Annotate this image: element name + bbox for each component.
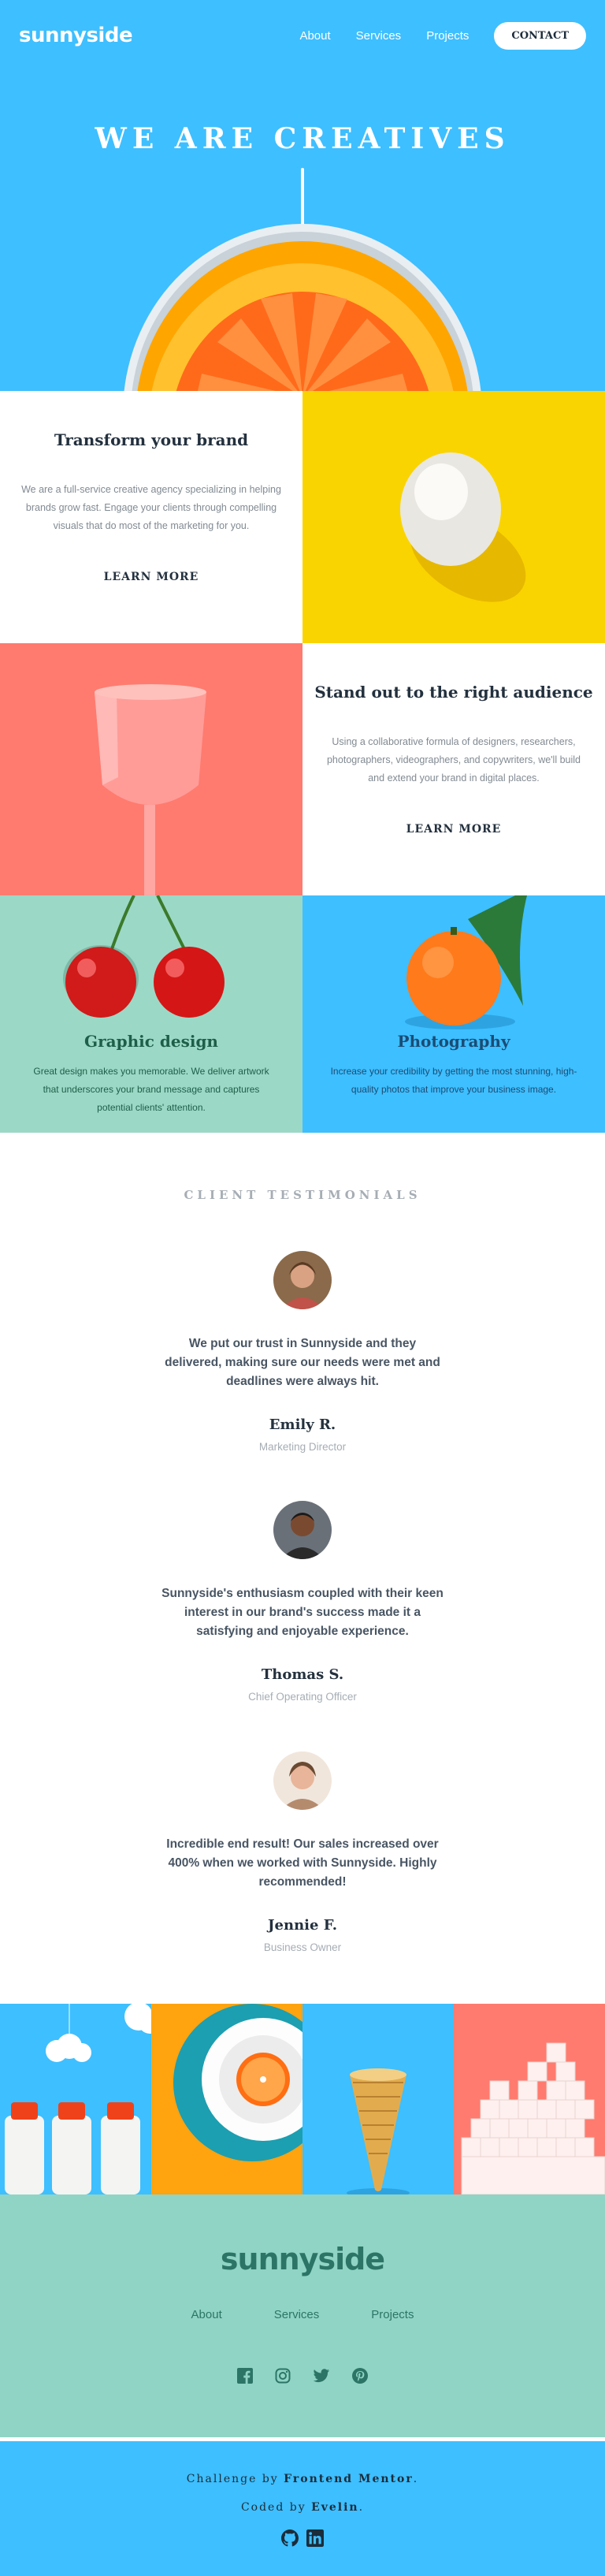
glass-illustration <box>95 684 206 895</box>
facebook-icon[interactable] <box>237 2368 253 2384</box>
learn-more-link[interactable]: LEARN MORE <box>95 571 207 584</box>
footer-nav: About Services Projects <box>0 2308 605 2321</box>
footer-nav-projects[interactable]: Projects <box>371 2308 414 2321</box>
attribution-icons <box>0 2529 605 2547</box>
feature-transform: Transform your brand We are a full-servi… <box>0 391 302 643</box>
testimonials-heading: CLIENT TESTIMONIALS <box>184 1188 421 1202</box>
testimonial-name: Emily R. <box>269 1416 336 1433</box>
feature-text: Using a collaborative formula of designe… <box>326 736 581 784</box>
contact-button[interactable]: CONTACT <box>494 22 586 50</box>
gallery-orange-plate <box>151 2004 302 2194</box>
footer-nav-services[interactable]: Services <box>274 2308 320 2321</box>
learn-more-link[interactable]: LEARN MORE <box>398 823 510 836</box>
avatar <box>273 1751 332 1810</box>
service-text: Great design makes you memorable. We del… <box>33 1066 269 1113</box>
period: . <box>358 2501 365 2514</box>
egg-illustration <box>400 452 526 602</box>
testimonial-quote: Sunnyside's enthusiasm coupled with thei… <box>161 1587 444 1638</box>
gallery <box>0 2004 605 2194</box>
attribution: Challenge by Frontend Mentor. Coded by E… <box>0 2437 605 2576</box>
feature-title: Transform your brand <box>54 430 249 449</box>
nav-about-link[interactable]: About <box>299 29 330 43</box>
feature-text: We are a full-service creative agency sp… <box>21 484 281 531</box>
testimonial-name: Jennie F. <box>268 1917 337 1934</box>
testimonial-role: Business Owner <box>263 1941 342 1953</box>
learn-more-label: LEARN MORE <box>406 823 502 836</box>
testimonial-quote: We put our trust in Sunnyside and they d… <box>165 1337 440 1388</box>
footer-nav-about[interactable]: About <box>191 2308 222 2321</box>
nav-projects-link[interactable]: Projects <box>426 29 469 43</box>
testimonial-role: Marketing Director <box>258 1441 347 1453</box>
instagram-icon[interactable] <box>275 2368 291 2384</box>
main-nav: About Services Projects CONTACT <box>299 22 586 50</box>
service-photography: Photography Increase your credibility by… <box>302 895 605 1133</box>
orange-fruit-illustration <box>405 895 527 1029</box>
gallery-sugar-cubes <box>454 2004 605 2194</box>
coded-prefix: Coded by <box>240 2501 306 2514</box>
glass-image <box>0 643 302 895</box>
testimonial-name: Thomas S. <box>261 1666 344 1683</box>
gallery-milk-bottles <box>0 2004 151 2194</box>
learn-more-label: LEARN MORE <box>103 571 199 583</box>
challenge-prefix: Challenge by <box>186 2473 279 2485</box>
feature-stand-out: Stand out to the right audience Using a … <box>302 643 605 895</box>
author-link[interactable]: Evelin <box>311 2501 359 2514</box>
egg-image <box>302 391 605 643</box>
testimonial-quote: Incredible end result! Our sales increas… <box>166 1837 439 1889</box>
orange-illustration <box>124 224 481 391</box>
avatar <box>273 1251 332 1309</box>
twitter-icon[interactable] <box>313 2368 330 2384</box>
service-title: Graphic design <box>84 1032 218 1051</box>
hero-section: sunnyside About Services Projects CONTAC… <box>0 0 605 391</box>
testimonial-role: Chief Operating Officer <box>248 1691 357 1703</box>
service-graphic-design: Graphic design Great design makes you me… <box>0 895 302 1133</box>
frontend-mentor-link[interactable]: Frontend Mentor <box>284 2473 414 2485</box>
testimonials-section: CLIENT TESTIMONIALS We put our trust in … <box>0 1133 605 2004</box>
logo[interactable]: sunnyside <box>19 24 133 47</box>
footer: sunnyside About Services Projects <box>0 2194 605 2437</box>
period: . <box>413 2473 419 2485</box>
service-text: Increase your credibility by getting the… <box>330 1066 577 1095</box>
github-icon[interactable] <box>281 2529 299 2547</box>
gallery-ice-cream-cone <box>302 2004 454 2194</box>
cherries-illustration <box>63 895 225 1018</box>
service-title: Photography <box>397 1032 510 1051</box>
social-links <box>0 2368 605 2384</box>
linkedin-icon[interactable] <box>306 2529 324 2547</box>
coded-by-line: Coded by Evelin. <box>0 2501 605 2514</box>
nav-services-link[interactable]: Services <box>356 29 402 43</box>
challenge-line: Challenge by Frontend Mentor. <box>0 2473 605 2485</box>
footer-logo[interactable]: sunnyside <box>0 2242 605 2276</box>
hero-title: WE ARE CREATIVES <box>95 122 510 155</box>
pinterest-icon[interactable] <box>352 2368 368 2384</box>
feature-title: Stand out to the right audience <box>314 683 593 702</box>
avatar <box>273 1501 332 1559</box>
